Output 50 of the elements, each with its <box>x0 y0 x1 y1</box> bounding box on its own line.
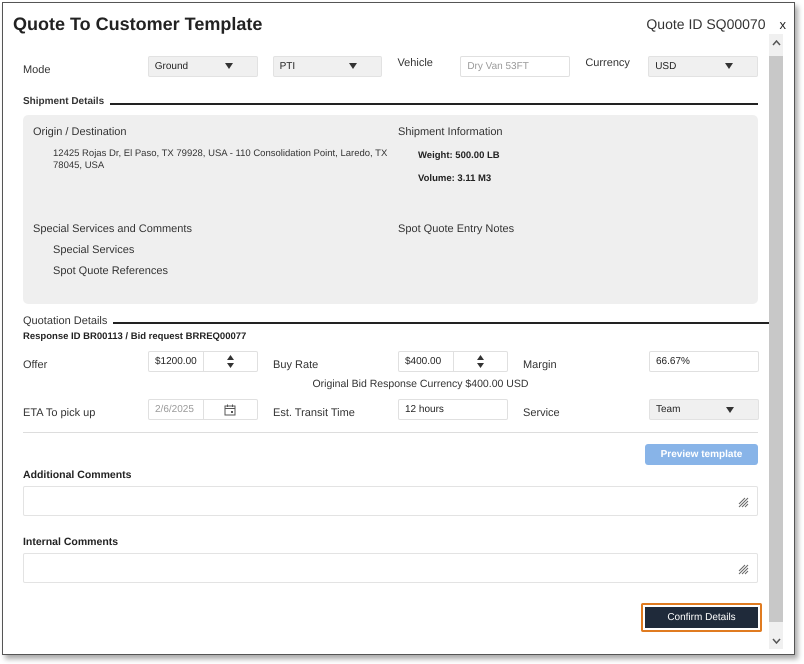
text-field[interactable]: 66.67% <box>649 351 759 372</box>
close-button[interactable]: x <box>780 16 786 32</box>
quote-id: Quote ID SQ00070 <box>646 16 766 32</box>
spinner-icon[interactable] <box>226 355 234 368</box>
panel-heading: Special Services and Comments <box>33 223 193 235</box>
currency-note: Original Bid Response Currency $400.00 USD <box>312 378 530 390</box>
field-label: Currency <box>585 57 631 69</box>
section-heading: Quotation Details <box>23 315 108 327</box>
service-item: Spot Quote References <box>53 265 169 277</box>
scroll-up-icon[interactable] <box>772 40 780 46</box>
service-dropdown[interactable]: Team <box>649 399 759 420</box>
field-label: Vehicle <box>397 57 434 69</box>
window-title: Quote To Customer Template <box>13 14 262 34</box>
panel-heading: Origin / Destination <box>33 126 128 138</box>
panel-heading: Shipment Information <box>398 126 504 138</box>
field-label: ETA To pick up <box>23 406 96 418</box>
shipment-info-line: Volume: 3.11 M3 <box>418 173 492 184</box>
currency-dropdown[interactable]: USD <box>648 56 758 76</box>
panel-heading: Spot Quote Entry Notes <box>398 223 516 235</box>
service-item: Special Services <box>53 244 136 256</box>
field-label: Mode <box>23 64 52 76</box>
comments-field[interactable] <box>23 553 758 583</box>
resize-grip-icon[interactable] <box>738 497 749 508</box>
section-heading: Shipment Details <box>23 96 104 107</box>
caret-icon <box>224 63 233 69</box>
scroll-down-icon[interactable] <box>772 638 780 644</box>
field-label: Buy Rate <box>273 358 320 370</box>
caret-icon <box>725 63 734 69</box>
resize-grip-icon[interactable] <box>738 564 749 575</box>
field-label: Est. Transit Time <box>273 406 356 418</box>
shipment-info-line: Weight: 500.00 LB <box>418 150 501 161</box>
mode-dropdown[interactable]: Ground <box>148 56 258 76</box>
comments-label: Internal Comments <box>23 536 120 548</box>
comments-field[interactable] <box>23 486 758 516</box>
field-label: Service <box>523 406 561 418</box>
number-field[interactable]: $1200.00 <box>148 351 258 372</box>
caret-icon <box>726 406 734 412</box>
address-text: 12425 Rojas Dr, El Paso, TX 79928, USA - 110 Consolidation Point, Laredo, TX 78045, USA <box>53 148 388 172</box>
number-field[interactable]: $400.00 <box>398 351 508 372</box>
confirm-details-button[interactable]: Confirm Details <box>641 603 762 632</box>
caret-icon <box>349 63 358 69</box>
scrollbar-thumb[interactable] <box>769 56 783 622</box>
vehicle-field[interactable]: Dry Van 53FT <box>460 56 570 76</box>
spinner-icon[interactable] <box>476 355 484 368</box>
comments-label: Additional Comments <box>23 469 133 481</box>
field-label: Offer <box>23 358 48 370</box>
response-id: Response ID BR00113 / Bid request BRREQ00077 <box>23 331 248 342</box>
field-label: Margin <box>523 358 558 370</box>
text-field[interactable]: 12 hours <box>398 399 508 420</box>
mode-dropdown[interactable]: PTI <box>272 56 382 76</box>
